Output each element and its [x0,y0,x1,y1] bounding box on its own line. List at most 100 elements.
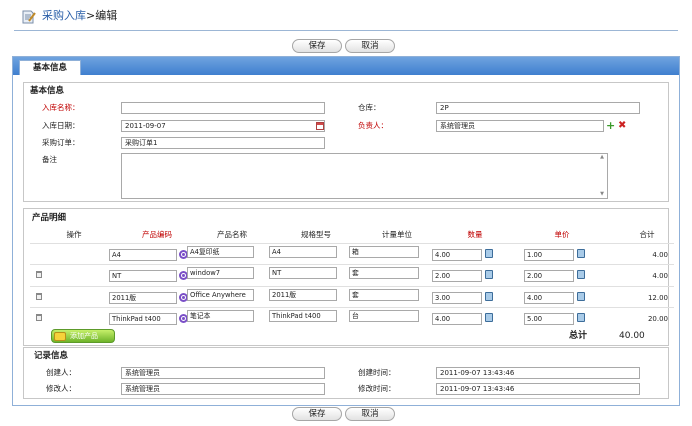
created-time-input[interactable]: 2011-09-07 13:43:46 [436,367,640,379]
top-action-bar: 保存 取消 [0,39,692,54]
product-name-input[interactable]: A4复印纸 [187,246,254,258]
basic-info-legend: 基本信息 [30,86,65,96]
calendar-icon[interactable] [316,122,324,130]
modifier-input[interactable]: 系统管理员 [121,383,325,395]
product-code-input[interactable]: A4 [109,249,177,261]
header-divider [14,30,678,31]
owner-label: 负责人： [358,121,388,130]
remark-textarea[interactable]: ▲ ▼ [121,153,608,199]
date-label: 入库日期： [42,121,80,130]
calculator-icon[interactable] [577,270,585,279]
basic-info-fieldset: 基本信息 入库名称： 仓库： 2P 入库日期： 2011-09-07 负责人： … [23,82,669,202]
modifier-label: 修改人： [46,384,76,393]
col-header-unit: 计量单位 [382,230,412,239]
warehouse-input[interactable]: 2P [436,102,640,114]
document-icon [22,10,36,24]
product-unit-input[interactable]: 箱 [349,246,419,258]
product-spec-input[interactable]: 2011版 [269,289,337,301]
breadcrumb-separator: > [86,9,96,22]
order-label: 采购订单： [42,138,80,147]
product-name-input[interactable]: window7 [187,267,254,279]
delete-icon[interactable]: ✖ [618,121,626,131]
modified-time-label: 修改时间： [358,384,396,393]
col-header-name: 产品名称 [217,230,247,239]
add-product-button[interactable]: 添加产品 [51,329,115,343]
trash-icon[interactable] [36,293,42,300]
product-name-input[interactable]: Office Anywhere [187,289,254,301]
cancel-button[interactable]: 取消 [345,39,395,53]
breadcrumb-current: 编辑 [95,9,118,22]
edit-panel: 基本信息 基本信息 入库名称： 仓库： 2P 入库日期： 2011-09-07 … [12,56,680,406]
creator-input[interactable]: 系统管理员 [121,367,325,379]
product-spec-input[interactable]: ThinkPad t400 [269,310,337,322]
order-input[interactable]: 采购订单1 [121,137,325,149]
trash-icon[interactable] [36,314,42,321]
creator-label: 创建人： [46,368,76,377]
product-code-input[interactable]: NT [109,270,177,282]
trash-icon[interactable] [36,271,42,278]
product-details-legend: 产品明细 [32,213,67,223]
product-price-input[interactable]: 5.00 [524,313,574,325]
product-details-fieldset: 产品明细 操作 产品编码 产品名称 规格型号 计量单位 数量 单价 合计 A4 … [23,208,674,346]
sum-value: 40.00 [619,331,645,341]
add-product-icon [54,332,66,341]
col-header-action: 操作 [66,230,82,239]
col-header-total: 合计 [639,230,655,239]
add-icon[interactable]: + [606,120,615,131]
record-info-legend: 记录信息 [34,351,69,361]
date-input[interactable]: 2011-09-07 [121,120,325,132]
product-price-input[interactable]: 4.00 [524,292,574,304]
product-total: 20.00 [647,315,668,323]
row-divider [30,286,674,287]
row-divider [30,243,674,244]
remark-label: 备注 [42,155,57,164]
warehouse-label: 仓库： [358,103,381,112]
save-button[interactable]: 保存 [292,39,342,53]
calculator-icon[interactable] [485,313,493,322]
name-input[interactable] [121,102,325,114]
cancel-button[interactable]: 取消 [345,407,395,421]
product-price-input[interactable]: 2.00 [524,270,574,282]
calculator-icon[interactable] [485,292,493,301]
product-spec-input[interactable]: A4 [269,246,337,258]
tab-basic-info[interactable]: 基本信息 [19,60,81,75]
row-divider [30,307,674,308]
owner-input[interactable]: 系统管理员 [436,120,604,132]
product-code-input[interactable]: 2011版 [109,292,177,304]
product-unit-input[interactable]: 套 [349,267,419,279]
scroll-down-icon[interactable]: ▼ [599,192,605,197]
breadcrumb-section[interactable]: 采购入库 [42,9,86,22]
product-total: 12.00 [647,294,668,302]
col-header-code: 产品编码 [142,230,172,239]
product-code-input[interactable]: ThinkPad t400 [109,313,177,325]
product-total: 4.00 [652,272,668,280]
modified-time-input[interactable]: 2011-09-07 13:43:46 [436,383,640,395]
product-name-input[interactable]: 笔记本 [187,310,254,322]
record-info-fieldset: 记录信息 创建人： 系统管理员 创建时间： 2011-09-07 13:43:4… [23,347,669,399]
product-total: 4.00 [652,251,668,259]
product-spec-input[interactable]: NT [269,267,337,279]
save-button[interactable]: 保存 [292,407,342,421]
product-price-input[interactable]: 1.00 [524,249,574,261]
add-product-label: 添加产品 [70,332,98,340]
product-qty-input[interactable]: 2.00 [432,270,482,282]
product-qty-input[interactable]: 4.00 [432,313,482,325]
product-unit-input[interactable]: 套 [349,289,419,301]
created-time-label: 创建时间： [358,368,396,377]
col-header-price: 单价 [554,230,570,239]
product-qty-input[interactable]: 3.00 [432,292,482,304]
tab-strip [13,57,679,75]
scroll-up-icon[interactable]: ▲ [599,155,605,160]
row-divider [30,264,674,265]
calculator-icon[interactable] [577,292,585,301]
sum-label: 总计 [569,331,588,341]
calculator-icon[interactable] [577,249,585,258]
calculator-icon[interactable] [485,249,493,258]
calculator-icon[interactable] [485,270,493,279]
col-header-qty: 数量 [467,230,483,239]
bottom-action-bar: 保存 取消 [0,407,692,422]
product-qty-input[interactable]: 4.00 [432,249,482,261]
product-unit-input[interactable]: 台 [349,310,419,322]
name-label: 入库名称： [42,103,80,112]
calculator-icon[interactable] [577,313,585,322]
